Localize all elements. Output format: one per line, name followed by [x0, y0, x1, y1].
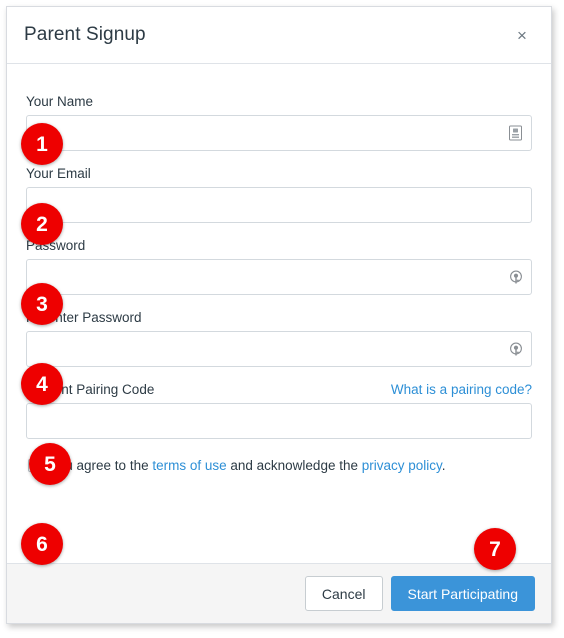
dialog-footer: Cancel Start Participating — [7, 563, 551, 623]
terms-prefix: You agree to the — [50, 458, 153, 473]
input-wrap-reenter-password — [26, 331, 532, 367]
page-title: Parent Signup — [24, 24, 146, 45]
field-label-your-email: Your Email — [26, 166, 91, 181]
field-reenter-password: Re-enter Password — [26, 310, 532, 367]
your-name-input[interactable] — [26, 115, 532, 151]
field-label-row: Password — [26, 238, 532, 253]
student-pairing-code-input[interactable] — [26, 403, 532, 439]
parent-signup-dialog: Parent Signup × Your Name Your Email Pas… — [6, 6, 552, 624]
terms-suffix: . — [441, 458, 446, 473]
field-label-password: Password — [26, 238, 86, 253]
privacy-policy-link[interactable]: privacy policy — [362, 458, 442, 473]
input-wrap-student-pairing-code — [26, 403, 532, 439]
password-input[interactable] — [26, 259, 532, 295]
terms-agreement-checkbox[interactable] — [28, 459, 41, 472]
close-icon[interactable]: × — [507, 20, 537, 50]
terms-of-use-link[interactable]: terms of use — [152, 458, 226, 473]
input-wrap-your-name — [26, 115, 532, 151]
field-label-row: Re-enter Password — [26, 310, 532, 325]
your-email-input[interactable] — [26, 187, 532, 223]
reenter-password-input[interactable] — [26, 331, 532, 367]
field-label-student-pairing-code: Student Pairing Code — [26, 382, 155, 397]
terms-middle: and acknowledge the — [226, 458, 362, 473]
field-label-row: Your Name — [26, 94, 532, 109]
dialog-body: Your Name Your Email Password Re-enter P… — [7, 64, 551, 563]
input-wrap-password — [26, 259, 532, 295]
what-is-a-pairing-code-link[interactable]: What is a pairing code? — [391, 382, 532, 397]
dialog-header: Parent Signup × — [7, 7, 551, 64]
field-your-email: Your Email — [26, 166, 532, 223]
field-label-row: Your Email — [26, 166, 532, 181]
start-participating-button[interactable]: Start Participating — [390, 576, 535, 611]
field-your-name: Your Name — [26, 94, 532, 151]
cancel-button[interactable]: Cancel — [304, 576, 383, 611]
field-label-reenter-password: Re-enter Password — [26, 310, 142, 325]
field-student-pairing-code: Student Pairing Code What is a pairing c… — [26, 382, 532, 439]
field-password: Password — [26, 238, 532, 295]
field-label-your-name: Your Name — [26, 94, 94, 109]
field-label-row: Student Pairing Code What is a pairing c… — [26, 382, 532, 397]
input-wrap-your-email — [26, 187, 532, 223]
terms-agreement-row: You agree to the terms of use and acknow… — [26, 457, 532, 474]
terms-agreement-text: You agree to the terms of use and acknow… — [50, 457, 446, 474]
